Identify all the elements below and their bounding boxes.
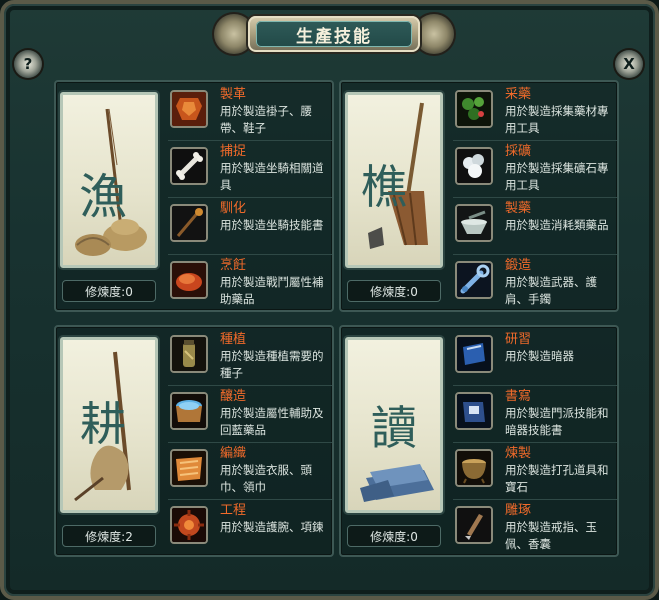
skill-name: 採礦 xyxy=(505,144,532,159)
skill-leather[interactable]: 製革 用於製造褂子、腰帶、鞋子 xyxy=(168,84,332,141)
skill-book-icon xyxy=(455,392,493,430)
skill-desc: 用於製造暗器 xyxy=(505,349,574,363)
reading-calligraphy: 讀 xyxy=(371,401,417,455)
bone-icon xyxy=(170,147,208,185)
skill-desc: 用於製造護腕、項鍊 xyxy=(220,520,324,534)
skill-name: 釀造 xyxy=(220,389,247,404)
blue-book-icon xyxy=(455,335,493,373)
skill-name: 鍛造 xyxy=(505,258,532,273)
skill-engineering[interactable]: 工程 用於製造護腕、項鍊 xyxy=(168,500,332,556)
wrench-icon xyxy=(455,261,493,299)
skill-weaving[interactable]: 編織 用於製造衣服、頭巾、領巾 xyxy=(168,443,332,500)
skill-name: 烹飪 xyxy=(220,258,247,273)
skill-desc: 用於製造打孔道具和寶石 xyxy=(505,463,609,494)
window-title: 生產技能 xyxy=(256,21,412,47)
skill-name: 捕捉 xyxy=(220,144,247,159)
woodcutting-calligraphy: 樵 xyxy=(361,160,407,214)
skill-refining[interactable]: 煉製 用於製造打孔道具和寶石 xyxy=(453,443,617,500)
brew-barrel-icon xyxy=(170,392,208,430)
skill-desc: 用於製造戰鬥屬性補助藥品 xyxy=(220,275,324,306)
woodcutting-proficiency: 修煉度:0 xyxy=(347,280,441,302)
skill-desc: 用於製造衣服、頭巾、領巾 xyxy=(220,463,312,494)
chisel-icon xyxy=(455,506,493,544)
ore-icon xyxy=(455,147,493,185)
cauldron-icon xyxy=(455,449,493,487)
staff-icon xyxy=(170,204,208,242)
cooked-meat-icon xyxy=(170,261,208,299)
panel-woodcutting: 樵 修煉度:0 采藥 用於製造採集藥材專用工具 採礦 用於製造採集礦石專用工具 xyxy=(339,80,619,312)
mortar-icon xyxy=(455,204,493,242)
skill-writing[interactable]: 書寫 用於製造門派技能和暗器技能書 xyxy=(453,386,617,443)
skill-desc: 用於製造武器、護肩、手鐲 xyxy=(505,275,597,306)
fishing-calligraphy: 漁 xyxy=(79,169,127,225)
farming-emblem-card: 耕 xyxy=(60,337,158,513)
skill-name: 書寫 xyxy=(505,389,532,404)
reading-illustration: 讀 xyxy=(360,401,434,502)
skill-brewing[interactable]: 釀造 用於製造屬性輔助及回藍藥品 xyxy=(168,386,332,443)
skill-desc: 用於製造坐騎相關道具 xyxy=(220,161,324,192)
panel-fishing: 漁 修煉度:0 製革 用於製造褂子、腰帶、鞋子 捕捉 用於製造坐騎相關道具 馴化… xyxy=(54,80,334,312)
panel-farming: 耕 修煉度:2 種植 用於製造種植需要的種子 釀造 用於製造屬性輔助及回藍藥品 xyxy=(54,325,334,557)
skill-desc: 用於製造種植需要的種子 xyxy=(220,349,324,380)
skill-pharmacy[interactable]: 製藥 用於製造消耗類藥品 xyxy=(453,198,617,255)
skill-capture[interactable]: 捕捉 用於製造坐騎相關道具 xyxy=(168,141,332,198)
skill-name: 種植 xyxy=(220,332,247,347)
reading-proficiency: 修煉度:0 xyxy=(347,525,441,547)
skill-planting[interactable]: 種植 用於製造種植需要的種子 xyxy=(168,329,332,386)
skill-desc: 用於製造坐騎技能書 xyxy=(220,218,324,232)
skill-carving[interactable]: 雕琢 用於製造戒指、玉佩、香囊 xyxy=(453,500,617,556)
fishing-proficiency: 修煉度:0 xyxy=(62,280,156,302)
skill-name: 研習 xyxy=(505,332,532,347)
skill-tame[interactable]: 馴化 用於製造坐騎技能書 xyxy=(168,198,332,255)
gear-bracer-icon xyxy=(170,506,208,544)
skill-name: 煉製 xyxy=(505,446,532,461)
skill-desc: 用於製造採集藥材專用工具 xyxy=(505,104,609,135)
woodcutting-emblem-card: 樵 xyxy=(345,92,443,268)
woodcutting-illustration: 樵 xyxy=(361,102,428,249)
skill-herbalism[interactable]: 采藥 用於製造採集藥材專用工具 xyxy=(453,84,617,141)
skill-desc: 用於製造屬性輔助及回藍藥品 xyxy=(220,406,324,437)
reading-skill-list: 研習 用於製造暗器 書寫 用於製造門派技能和暗器技能書 煉製 用於製造打孔道具和… xyxy=(453,329,617,555)
skill-desc: 用於製造褂子、腰帶、鞋子 xyxy=(220,104,312,135)
farming-illustration: 耕 xyxy=(74,351,131,502)
skill-name: 采藥 xyxy=(505,87,532,102)
fishing-emblem-card: 漁 xyxy=(60,92,158,268)
skill-name: 製藥 xyxy=(505,201,532,216)
skill-name: 工程 xyxy=(220,503,247,518)
cloth-icon xyxy=(170,449,208,487)
skill-name: 編織 xyxy=(220,446,247,461)
fishing-skill-list: 製革 用於製造褂子、腰帶、鞋子 捕捉 用於製造坐騎相關道具 馴化 用於製造坐騎技… xyxy=(168,84,332,310)
help-button[interactable]: ? xyxy=(14,50,42,78)
skill-desc: 用於製造門派技能和暗器技能書 xyxy=(505,406,609,437)
herb-icon xyxy=(455,90,493,128)
farming-skill-list: 種植 用於製造種植需要的種子 釀造 用於製造屬性輔助及回藍藥品 編織 用於製造衣… xyxy=(168,329,332,555)
skill-cooking[interactable]: 烹飪 用於製造戰鬥屬性補助藥品 xyxy=(168,255,332,311)
farming-proficiency: 修煉度:2 xyxy=(62,525,156,547)
skill-desc: 用於製造消耗類藥品 xyxy=(505,218,609,232)
title-frame: 生產技能 xyxy=(248,16,420,52)
title-plaque: 生產技能 xyxy=(214,10,454,58)
fishing-illustration: 漁 xyxy=(75,108,147,256)
panel-reading: 讀 修煉度:0 研習 用於製造暗器 書寫 用於製造門派技能和暗器技能書 煉製 用… xyxy=(339,325,619,557)
skill-mining[interactable]: 採礦 用於製造採集礦石專用工具 xyxy=(453,141,617,198)
skill-forging[interactable]: 鍛造 用於製造武器、護肩、手鐲 xyxy=(453,255,617,311)
woodcutting-skill-list: 采藥 用於製造採集藥材專用工具 採礦 用於製造採集礦石專用工具 製藥 用於製造消… xyxy=(453,84,617,310)
skill-name: 馴化 xyxy=(220,201,247,216)
skill-desc: 用於製造戒指、玉佩、香囊 xyxy=(505,520,597,551)
skill-name: 雕琢 xyxy=(505,503,532,518)
skill-name: 製革 xyxy=(220,87,247,102)
close-button[interactable]: X xyxy=(615,50,643,78)
production-skills-window: 生產技能 ? X 漁 修煉度:0 製革 用於製造褂子、腰帶、鞋子 捕捉 用於製造… xyxy=(0,0,659,600)
leather-icon xyxy=(170,90,208,128)
skill-desc: 用於製造採集礦石專用工具 xyxy=(505,161,609,192)
seed-bottle-icon xyxy=(170,335,208,373)
farming-calligraphy: 耕 xyxy=(80,397,126,451)
reading-emblem-card: 讀 xyxy=(345,337,443,513)
skill-study[interactable]: 研習 用於製造暗器 xyxy=(453,329,617,386)
title-ornament-right xyxy=(414,14,454,54)
